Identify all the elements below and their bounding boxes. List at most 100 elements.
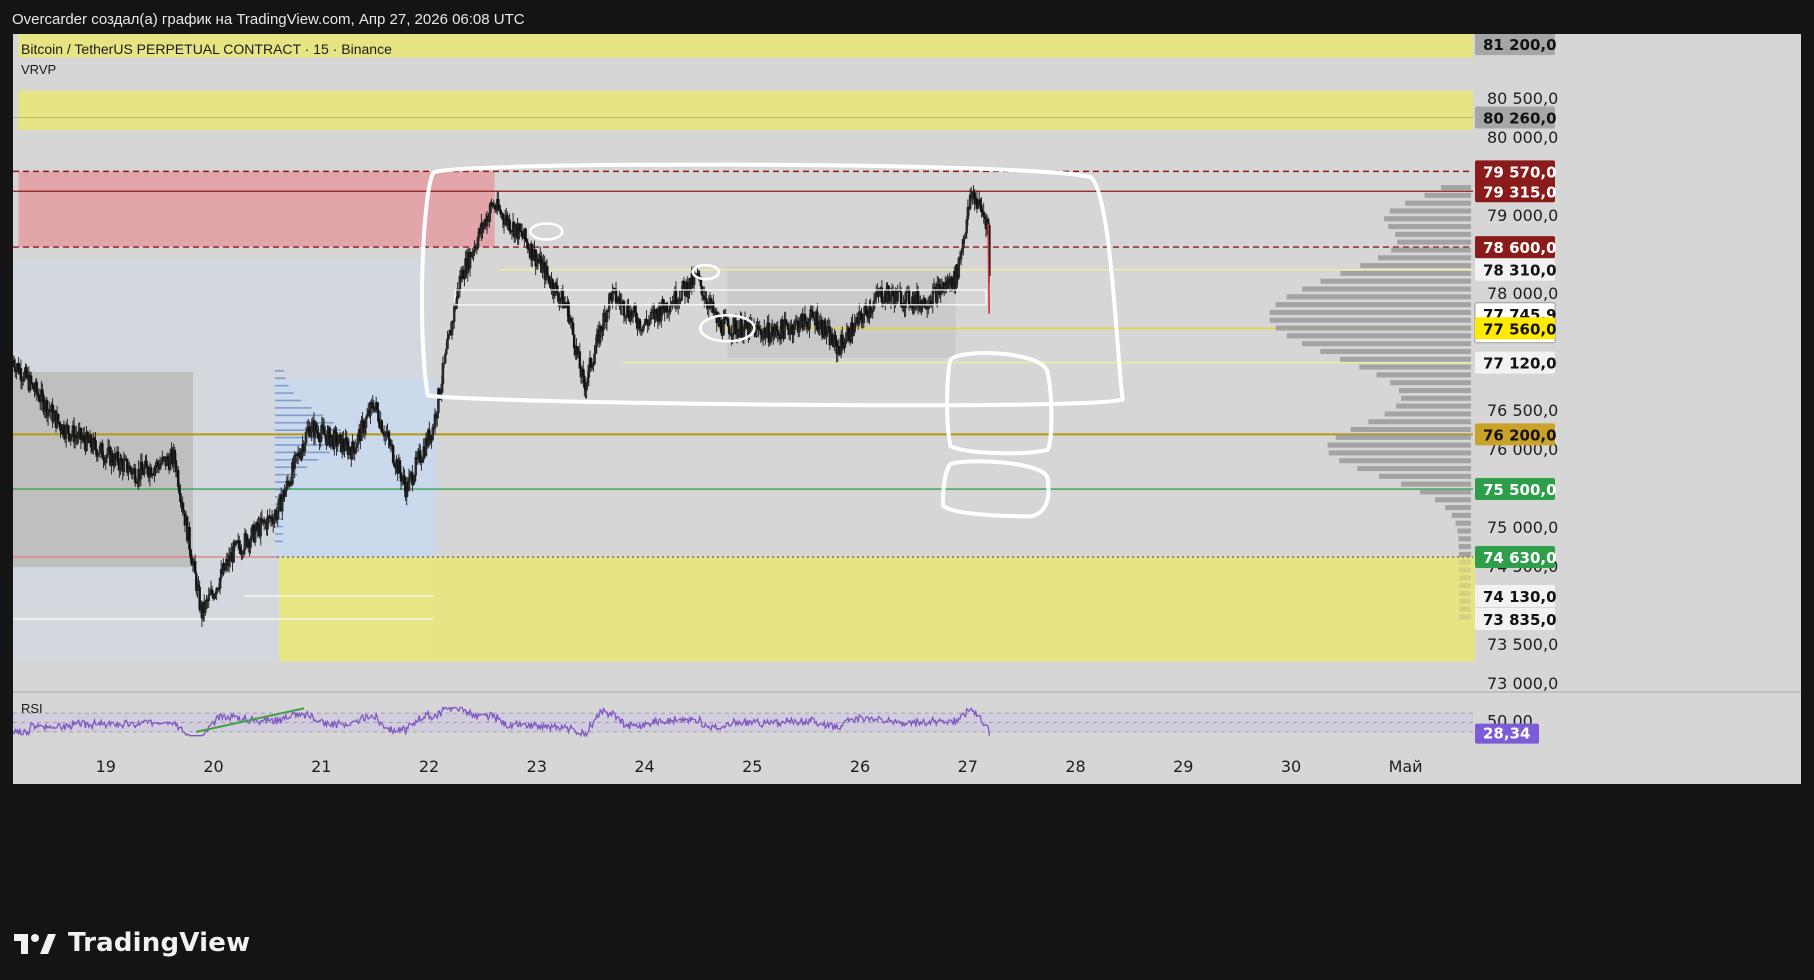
volume-profile-bar bbox=[1420, 489, 1471, 495]
supply-zone-upper bbox=[18, 90, 1474, 131]
time-axis-background[interactable] bbox=[13, 746, 1801, 784]
volume-profile-bar bbox=[1401, 481, 1471, 487]
volume-profile-bar bbox=[1360, 263, 1471, 269]
candle-body bbox=[122, 460, 126, 473]
candle-body bbox=[896, 290, 899, 302]
volume-profile-bar bbox=[1424, 192, 1471, 198]
price-axis-label: 79 000,0 bbox=[1487, 206, 1558, 225]
volume-profile-bar bbox=[1368, 419, 1471, 425]
candle-body bbox=[682, 280, 686, 286]
volume-profile-bar bbox=[1359, 364, 1471, 370]
volume-profile-bar bbox=[1391, 247, 1471, 253]
price-tag-label: 74 630,0 bbox=[1483, 549, 1557, 567]
candle-body bbox=[447, 335, 450, 339]
time-axis-label: 22 bbox=[419, 757, 439, 776]
volume-profile-bar bbox=[1398, 387, 1471, 394]
volume-profile-bar bbox=[1458, 590, 1471, 596]
price-axis-label: 80 000,0 bbox=[1487, 128, 1558, 147]
volume-profile-bar bbox=[1357, 466, 1471, 472]
volume-profile-bar bbox=[1458, 583, 1471, 589]
session-profile-bar bbox=[274, 533, 283, 535]
volume-profile-bar bbox=[1302, 286, 1471, 292]
volume-profile-bar bbox=[1350, 427, 1471, 433]
price-tag-label: 77 120,0 bbox=[1483, 355, 1557, 373]
price-tag-label: 73 835,0 bbox=[1483, 611, 1557, 629]
price-tag-label: 74 130,0 bbox=[1483, 588, 1557, 606]
volume-profile-bar bbox=[1458, 559, 1471, 565]
candle-body bbox=[443, 354, 447, 364]
volume-profile-bar bbox=[1459, 606, 1471, 612]
price-tag-label: 81 200,0 bbox=[1483, 36, 1557, 54]
volume-profile-bar bbox=[1390, 380, 1471, 386]
volume-profile-bar bbox=[1459, 598, 1471, 604]
tradingview-logo-text: TradingView bbox=[68, 928, 251, 958]
volume-profile-bar bbox=[1286, 294, 1471, 300]
price-tag-label: 77 560,0 bbox=[1483, 320, 1557, 338]
session-profile-bar bbox=[274, 399, 302, 402]
candle-body bbox=[862, 314, 866, 324]
candle-body bbox=[950, 276, 954, 289]
volume-profile-bar bbox=[1340, 270, 1471, 276]
candle-body bbox=[67, 425, 70, 434]
volume-profile-bar bbox=[1302, 341, 1471, 347]
candle-body bbox=[571, 322, 575, 335]
candle-body bbox=[304, 432, 308, 444]
volume-profile-bar bbox=[1396, 403, 1471, 409]
session-profile-bar bbox=[274, 407, 312, 409]
candle-body bbox=[546, 274, 550, 277]
session-profile-bar bbox=[274, 392, 294, 394]
volume-profile-bar bbox=[1275, 325, 1471, 331]
candle-body bbox=[593, 353, 596, 365]
time-axis-label: 20 bbox=[203, 757, 223, 776]
price-axis-label: 78 000,0 bbox=[1487, 284, 1558, 303]
volume-profile-bar bbox=[1440, 185, 1471, 191]
time-axis-label: 24 bbox=[634, 757, 654, 776]
tradingview-logo-icon bbox=[14, 934, 56, 954]
candle-body bbox=[52, 412, 55, 422]
time-axis-label: 25 bbox=[742, 757, 762, 776]
session-profile-bar bbox=[274, 414, 324, 417]
candle-body bbox=[207, 594, 210, 602]
volume-profile-bar bbox=[1451, 512, 1471, 518]
candle-body bbox=[524, 228, 527, 240]
volume-profile-bar bbox=[1339, 356, 1471, 362]
volume-profile-bar bbox=[1384, 216, 1471, 222]
chart-header: Overcarder создал(а) график на TradingVi… bbox=[12, 11, 525, 28]
volume-profile-bar bbox=[1335, 434, 1471, 440]
last-candle bbox=[987, 223, 991, 314]
tradingview-logo[interactable]: TradingView bbox=[14, 926, 250, 960]
candle-body bbox=[508, 219, 511, 232]
volume-profile-bar bbox=[1401, 395, 1471, 401]
volume-profile-bar bbox=[1458, 544, 1471, 550]
volume-profile-bar bbox=[1269, 317, 1471, 323]
candle-body bbox=[354, 447, 358, 454]
candle-body bbox=[336, 443, 339, 447]
candle-body bbox=[847, 327, 851, 341]
volume-profile-bar bbox=[1275, 302, 1471, 308]
price-tag-label: 79 315,0 bbox=[1483, 183, 1557, 201]
time-axis-label: 27 bbox=[958, 757, 978, 776]
volume-profile-bar bbox=[1458, 536, 1471, 542]
candle-body bbox=[324, 434, 327, 437]
volume-profile-bar bbox=[1376, 372, 1471, 378]
volume-profile-bar bbox=[1328, 450, 1471, 456]
candle-body bbox=[310, 422, 313, 433]
time-axis-label: 29 bbox=[1173, 757, 1193, 776]
volume-profile-bar bbox=[1269, 309, 1471, 315]
volume-profile-bar bbox=[1379, 473, 1471, 479]
candle-body bbox=[188, 527, 191, 550]
volume-profile-bar bbox=[1459, 614, 1471, 620]
chart-frame[interactable]: 80 500,0 80 000,0 79 000,0 78 000,0 76 500,0… bbox=[13, 34, 1801, 904]
volume-profile-bar bbox=[1434, 497, 1471, 503]
price-tag-label: 76 200,0 bbox=[1483, 426, 1557, 444]
time-axis-label: 19 bbox=[96, 757, 116, 776]
price-tag-label: 79 570,0 bbox=[1483, 163, 1557, 181]
volume-profile-bar bbox=[1389, 208, 1471, 214]
volume-profile-bar bbox=[1457, 528, 1471, 534]
time-axis-label: 21 bbox=[311, 757, 331, 776]
time-axis-label: 28 bbox=[1065, 757, 1085, 776]
price-axis-label: 75 000,0 bbox=[1487, 518, 1558, 537]
chart-canvas[interactable]: 80 500,0 80 000,0 79 000,0 78 000,0 76 500,0… bbox=[13, 34, 1801, 904]
session-profile-bar bbox=[274, 540, 283, 543]
candle-body bbox=[352, 441, 355, 449]
